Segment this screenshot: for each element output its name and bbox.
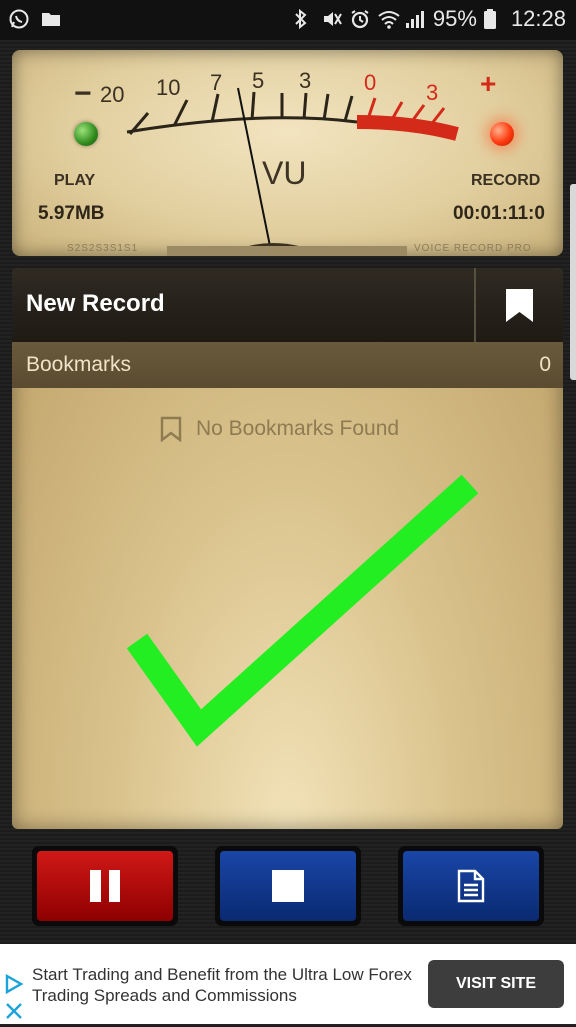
record-label: RECORD	[471, 172, 541, 189]
visit-site-button[interactable]: VISIT SITE	[428, 960, 564, 1008]
playback-controls	[0, 844, 576, 934]
alarm-icon	[349, 8, 371, 30]
checkmark-icon	[126, 474, 479, 747]
record-panel: New Record Bookmarks 0 No Bookmarks Foun…	[12, 268, 563, 829]
clock: 12:28	[510, 6, 566, 31]
pause-button[interactable]	[32, 846, 178, 926]
folder-icon	[40, 8, 62, 30]
status-bar: 95% 12:28	[0, 0, 576, 40]
vu-meter-panel: − 20 10 7 5 3 0 3 + VU PLAY RECORD 5.97M…	[12, 50, 563, 256]
tick-3	[302, 92, 308, 120]
scale-label-10: 10	[156, 75, 181, 100]
scale-label-7: 7	[210, 70, 223, 95]
file-size: 5.97MB	[38, 203, 105, 224]
play-led	[74, 122, 98, 146]
scale-label-plus: +	[480, 68, 497, 99]
battery-icon	[483, 8, 505, 30]
pause-icon	[90, 870, 120, 902]
whatsapp-icon	[8, 8, 30, 30]
mute-icon	[321, 8, 343, 30]
engrave-right: VOICE RECORD PRO	[414, 243, 532, 254]
tick-2	[322, 93, 330, 121]
ad-banner[interactable]: Start Trading and Benefit from the Ultra…	[0, 944, 576, 1024]
adchoices-icon[interactable]	[4, 973, 24, 1022]
ad-text[interactable]: Start Trading and Benefit from the Ultra…	[32, 964, 412, 1006]
engrave-left: S2S2S3S1S1	[67, 243, 139, 254]
record-led	[490, 122, 514, 146]
signal-icon	[405, 8, 427, 30]
vu-title: VU	[262, 155, 307, 191]
scale-label-minus: −	[74, 77, 92, 110]
stop-icon	[272, 870, 304, 902]
document-icon	[457, 869, 485, 903]
wifi-icon	[377, 8, 400, 30]
scale-label-20: 20	[100, 82, 125, 107]
elapsed-time: 00:01:11:0	[453, 203, 545, 224]
scale-label-3: 3	[299, 68, 312, 93]
notes-button[interactable]	[398, 846, 544, 926]
scale-label-0: 0	[364, 70, 377, 95]
stop-button[interactable]	[215, 846, 361, 926]
play-label: PLAY	[54, 172, 96, 189]
tick-5	[250, 91, 256, 121]
scale-label-5: 5	[252, 68, 265, 93]
bluetooth-icon	[293, 8, 315, 30]
scroll-indicator[interactable]	[570, 184, 576, 380]
tick-10	[172, 99, 189, 127]
scale-label-plus3: 3	[426, 80, 439, 105]
battery-percent: 95%	[432, 6, 477, 31]
tick-7	[210, 93, 220, 123]
ad-icons	[4, 973, 24, 1027]
tick-1	[343, 95, 354, 122]
